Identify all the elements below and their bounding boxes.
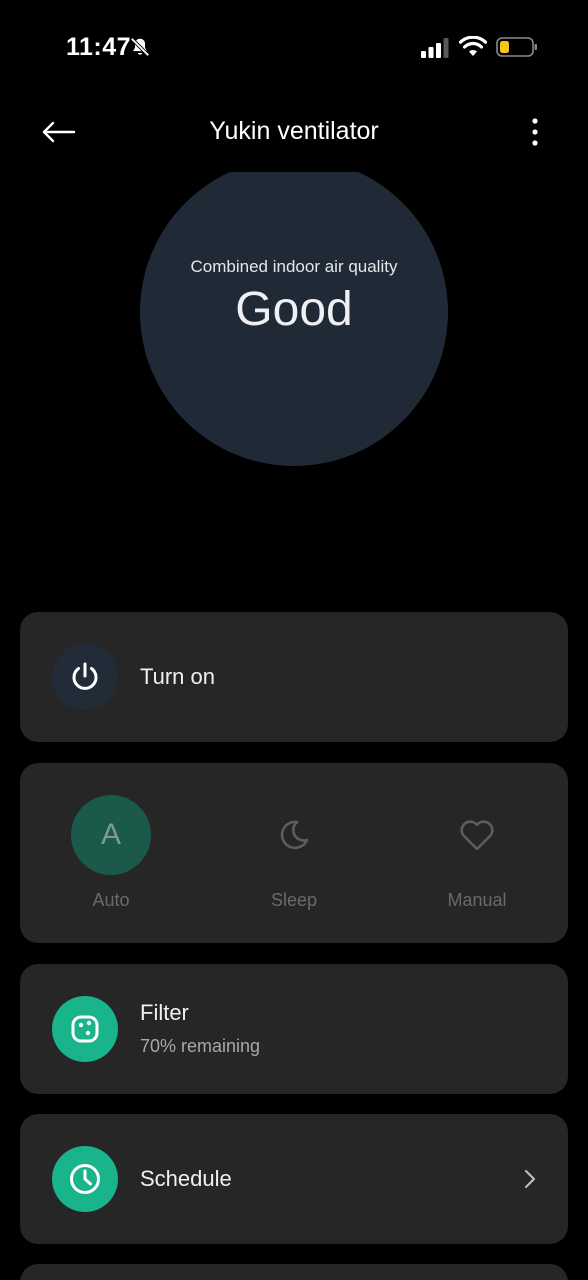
next-card[interactable] [20,1264,568,1280]
wifi-icon [459,36,487,56]
auto-mode-letter: A [100,818,121,851]
power-label: Turn on [140,664,216,689]
mode-sleep[interactable]: Sleep [229,795,359,925]
status-time: 11:47 [66,33,132,61]
heart-icon [460,820,494,851]
filter-label: Filter [140,1000,189,1025]
app-bar: Yukin ventilator [0,100,588,164]
air-quality-value: Good [235,283,353,336]
modes-card: A Auto Sleep Manual [20,763,568,943]
filter-status: 70% remaining [140,1036,261,1056]
battery-low-icon [496,37,537,57]
auto-mode-icon: A [71,795,151,875]
power-icon [72,662,98,690]
clock-icon [70,1164,100,1194]
mode-manual[interactable]: Manual [412,795,542,925]
cellular-signal-icon [421,38,449,58]
power-button[interactable] [52,644,118,710]
sleep-mode-icon-wrap [254,795,334,875]
mode-label-sleep: Sleep [270,890,318,910]
mode-auto[interactable]: A Auto [46,795,176,925]
filter-card[interactable]: Filter 70% remaining [20,964,568,1094]
schedule-label: Schedule [140,1166,232,1191]
chevron-right-icon [524,1169,536,1189]
more-vertical-icon [532,118,538,146]
schedule-card[interactable]: Schedule [20,1114,568,1244]
power-card[interactable]: Turn on [20,612,568,742]
moon-icon [280,820,309,850]
filter-icon [71,1015,99,1043]
status-bar: 11:47 [0,0,588,96]
bell-slash-icon [130,37,150,57]
clock-icon-wrap [52,1146,118,1212]
mode-label-auto: Auto [92,890,130,910]
mode-label-manual: Manual [447,890,507,910]
manual-mode-icon-wrap [437,795,517,875]
filter-icon-wrap [52,996,118,1062]
air-quality-label: Combined indoor air quality [190,257,398,276]
page-title: Yukin ventilator [209,117,379,145]
more-options-button[interactable] [520,112,550,152]
